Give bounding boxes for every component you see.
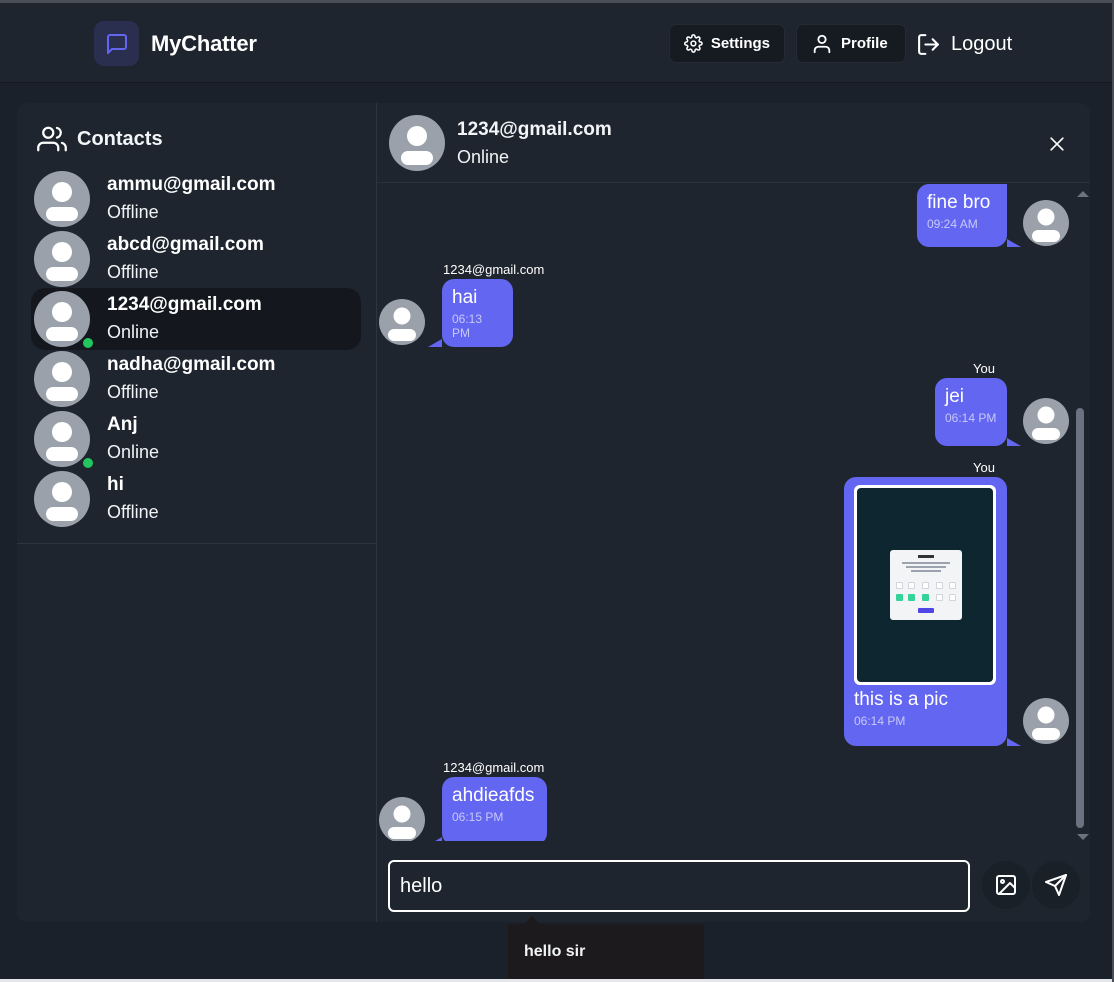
message-bubble: jei 06:14 PM (935, 378, 1007, 446)
settings-button[interactable]: Settings (669, 24, 785, 63)
contact-status: Offline (107, 382, 159, 402)
message-bubble: fine bro 09:24 AM (917, 184, 1007, 247)
contact-name: 1234@gmail.com (107, 294, 262, 315)
gear-icon (684, 34, 703, 53)
avatar (34, 471, 90, 527)
contact-name: Anj (107, 414, 138, 435)
message-text: fine bro (927, 192, 991, 213)
message-time: 09:24 AM (927, 217, 978, 231)
navbar: MyChatter Settings Profile Logout (0, 3, 1114, 83)
scroll-up-arrow[interactable] (1077, 191, 1089, 197)
message-time: 06:14 PM (945, 411, 997, 425)
chat-contact-name: 1234@gmail.com (457, 119, 612, 140)
users-icon (37, 126, 67, 152)
avatar (379, 797, 425, 841)
message-sender: You (973, 460, 995, 475)
avatar (34, 291, 90, 347)
message-list: fine bro 09:24 AM 1234@gmail.com hai 06:… (377, 183, 1090, 841)
contact-item[interactable]: hi Offline (31, 468, 361, 530)
avatar (34, 231, 90, 287)
user-icon (813, 34, 831, 53)
contact-name: ammu@gmail.com (107, 174, 276, 195)
message-text: jei (945, 386, 965, 407)
message-sender: You (973, 361, 995, 376)
contacts-header: Contacts (37, 124, 163, 154)
contact-item[interactable]: abcd@gmail.com Offline (31, 228, 361, 290)
message-bubble: this is a pic 06:14 PM (844, 477, 1007, 746)
logout-label: Logout (951, 33, 1013, 55)
contact-status: Offline (107, 262, 159, 282)
avatar (34, 351, 90, 407)
message-time: 06:14 PM (854, 714, 906, 728)
bubble-tail (1007, 438, 1021, 446)
contacts-sidebar: Contacts ammu@gmail.com Offline abcd@gma… (17, 103, 377, 922)
profile-label: Profile (841, 35, 888, 52)
avatar (389, 115, 445, 171)
scrollbar-thumb[interactable] (1076, 408, 1084, 828)
bubble-tail (428, 837, 442, 841)
contact-list: ammu@gmail.com Offline abcd@gmail.com Of… (17, 167, 377, 544)
attach-image-button[interactable] (982, 861, 1030, 909)
message-scrollbar[interactable] (1074, 191, 1089, 845)
online-indicator (83, 458, 93, 468)
scroll-down-arrow[interactable] (1077, 834, 1089, 840)
image-preview (857, 488, 993, 682)
online-indicator (83, 338, 93, 348)
chat-contact-status: Online (457, 147, 510, 167)
contact-status: Online (107, 442, 160, 462)
brand[interactable]: MyChatter (94, 21, 257, 66)
avatar (34, 171, 90, 227)
chat-pane: 1234@gmail.com Online fine bro 09:24 AM … (377, 103, 1090, 922)
chat-header: 1234@gmail.com Online (377, 103, 1090, 183)
contact-item-selected[interactable]: 1234@gmail.com Online (31, 288, 361, 350)
message-text: hai (452, 287, 478, 308)
profile-button[interactable]: Profile (796, 24, 906, 63)
message-input[interactable]: hello (388, 860, 970, 912)
contact-name: nadha@gmail.com (107, 354, 276, 375)
message-bubble: ahdieafds 06:15 PM (442, 777, 547, 841)
contact-status: Offline (107, 502, 159, 522)
image-icon (996, 875, 1016, 895)
chat-app-panel: Contacts ammu@gmail.com Offline abcd@gma… (17, 103, 1090, 922)
logout-icon (918, 34, 939, 55)
close-chat-button[interactable] (1047, 134, 1067, 159)
contact-name: hi (107, 474, 124, 495)
contact-status: Offline (107, 202, 159, 222)
logout-button[interactable]: Logout (916, 32, 1012, 57)
contact-item[interactable]: ammu@gmail.com Offline (31, 168, 361, 230)
message-text: ahdieafds (452, 785, 535, 806)
bubble-tail (428, 339, 442, 347)
avatar (1023, 200, 1069, 246)
close-icon (1050, 137, 1064, 151)
contact-item[interactable]: Anj Online (31, 408, 361, 470)
message-sender: 1234@gmail.com (443, 760, 545, 775)
bubble-tail (1007, 738, 1021, 746)
send-icon (1045, 874, 1067, 896)
settings-label: Settings (710, 35, 770, 52)
image-attachment[interactable] (854, 485, 996, 685)
send-button[interactable] (1032, 861, 1080, 909)
brand-name: MyChatter (151, 30, 257, 56)
contact-status: Online (107, 322, 160, 342)
message-bubble: hai 06:13 PM (442, 279, 513, 347)
avatar (379, 299, 425, 345)
contact-name: abcd@gmail.com (107, 234, 264, 255)
message-text: this is a pic (854, 689, 948, 710)
bubble-tail (1007, 239, 1021, 247)
autocomplete-suggestion[interactable]: hello sir (508, 924, 704, 980)
suggestion-caret (524, 916, 540, 924)
avatar (1023, 698, 1069, 744)
message-sender: 1234@gmail.com (443, 262, 545, 277)
chat-bubble-icon (94, 21, 139, 66)
message-time: 06:15 PM (452, 810, 504, 824)
message-time: 06:13 PM (452, 312, 483, 340)
image-thumbnail-modal (890, 550, 962, 620)
contacts-title: Contacts (77, 127, 163, 150)
avatar (34, 411, 90, 467)
message-composer: hello (377, 845, 1090, 922)
avatar (1023, 398, 1069, 444)
contact-item[interactable]: nadha@gmail.com Offline (31, 348, 361, 410)
